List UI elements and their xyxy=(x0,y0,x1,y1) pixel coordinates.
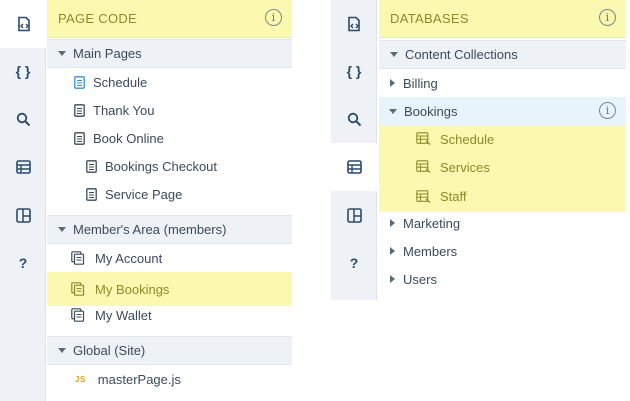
collection-bookings[interactable]: Bookings i xyxy=(379,97,626,125)
section-main-pages[interactable]: Main Pages xyxy=(47,39,292,68)
code-braces-icon: { } xyxy=(346,63,362,79)
js-file-icon: JS xyxy=(75,374,86,384)
page-label: Service Page xyxy=(105,186,183,202)
page-item-my-account[interactable]: My Account xyxy=(47,244,292,272)
rail-search-button[interactable] xyxy=(331,95,377,143)
section-global-site[interactable]: Global (Site) xyxy=(47,336,292,365)
page-label: Thank You xyxy=(93,102,155,118)
collection-item-label: Staff xyxy=(440,189,467,204)
database-icon xyxy=(347,160,362,174)
page-item-book-online[interactable]: Book Online xyxy=(47,124,292,152)
collection-table-icon xyxy=(416,189,432,204)
collection-table-icon xyxy=(416,160,432,174)
dynamic-page-icon xyxy=(71,307,87,323)
page-code-header: PAGE CODE i xyxy=(47,0,292,38)
page-code-icon xyxy=(16,16,32,32)
collection-item-schedule[interactable]: Schedule xyxy=(379,125,626,153)
collection-item-label: Schedule xyxy=(440,131,495,147)
page-item-service-page[interactable]: Service Page xyxy=(47,180,292,208)
page-icon xyxy=(74,103,85,117)
collection-table-icon xyxy=(416,132,432,146)
caret-right-icon xyxy=(390,79,395,87)
page-label: Bookings Checkout xyxy=(105,158,218,174)
section-content-collections[interactable]: Content Collections xyxy=(379,40,626,69)
rail-code-button[interactable]: { } xyxy=(0,47,46,95)
databases-panel: DATABASES i Content Collections Billing … xyxy=(379,0,626,300)
collection-users[interactable]: Users xyxy=(379,265,626,293)
databases-title: DATABASES xyxy=(390,11,469,26)
help-icon: ? xyxy=(349,255,359,271)
section-members-area[interactable]: Member's Area (members) xyxy=(47,215,292,244)
rail-dashboard-button[interactable] xyxy=(331,191,377,239)
collection-label: Users xyxy=(403,271,437,287)
info-icon[interactable]: i xyxy=(599,9,616,26)
collection-label: Marketing xyxy=(403,215,461,231)
search-icon xyxy=(347,112,362,127)
info-icon[interactable]: i xyxy=(265,9,282,26)
rail-page-code-button[interactable] xyxy=(0,0,47,48)
file-label: masterPage.js xyxy=(97,371,181,387)
help-icon: ? xyxy=(18,255,28,271)
caret-down-icon xyxy=(58,51,66,56)
rail-database-button[interactable] xyxy=(331,143,378,191)
info-icon[interactable]: i xyxy=(599,102,616,119)
dashboard-icon xyxy=(346,207,362,223)
page-icon xyxy=(86,159,97,173)
collection-members[interactable]: Members xyxy=(379,237,626,265)
dynamic-page-icon xyxy=(71,250,87,266)
databases-header: DATABASES i xyxy=(379,0,626,38)
section-label: Global (Site) xyxy=(73,343,146,358)
sidebar-rail: { } ? xyxy=(0,0,47,401)
caret-down-icon xyxy=(390,52,398,57)
page-icon xyxy=(74,131,85,145)
dashboard-icon xyxy=(15,207,31,223)
page-icon xyxy=(86,187,97,201)
collection-item-label: Services xyxy=(440,159,490,175)
file-item-masterpage[interactable]: JS masterPage.js xyxy=(47,365,292,393)
caret-down-icon xyxy=(58,227,66,232)
collection-billing[interactable]: Billing xyxy=(379,69,626,97)
dynamic-page-icon xyxy=(71,281,87,297)
caret-right-icon xyxy=(390,275,395,283)
page-code-title: PAGE CODE xyxy=(58,11,138,26)
section-label: Member's Area (members) xyxy=(73,222,227,237)
caret-down-icon xyxy=(58,348,66,353)
rail-dashboard-button[interactable] xyxy=(0,191,46,239)
rail-search-button[interactable] xyxy=(0,95,46,143)
rail-page-code-button[interactable] xyxy=(331,0,377,48)
caret-right-icon xyxy=(390,219,395,227)
rail-help-button[interactable]: ? xyxy=(331,239,377,287)
page-code-icon xyxy=(346,16,362,32)
rail-code-button[interactable]: { } xyxy=(331,47,377,95)
page-label: My Account xyxy=(95,250,163,266)
page-label: My Bookings xyxy=(95,281,170,297)
page-label: My Wallet xyxy=(95,307,152,323)
page-code-panel: PAGE CODE i Main Pages Schedule Thank Yo… xyxy=(47,0,292,401)
left-panel: { } ? PAGE CODE i Main Pages Schedule Th… xyxy=(0,0,292,401)
rail-help-button[interactable]: ? xyxy=(0,239,46,287)
page-label: Book Online xyxy=(93,130,164,146)
page-item-schedule[interactable]: Schedule xyxy=(47,68,292,96)
collection-item-services[interactable]: Services xyxy=(379,153,626,181)
page-item-my-wallet[interactable]: My Wallet xyxy=(47,301,292,329)
search-icon xyxy=(16,112,31,127)
page-item-thank-you[interactable]: Thank You xyxy=(47,96,292,124)
sidebar-rail: { } ? xyxy=(331,0,378,300)
caret-right-icon xyxy=(390,247,395,255)
page-item-bookings-checkout[interactable]: Bookings Checkout xyxy=(47,152,292,180)
caret-down-icon xyxy=(389,108,397,114)
collection-item-staff[interactable]: Staff xyxy=(379,181,626,212)
section-label: Content Collections xyxy=(405,47,518,62)
collection-label: Billing xyxy=(403,75,438,91)
page-label: Schedule xyxy=(93,74,148,90)
database-icon xyxy=(15,160,31,174)
page-icon xyxy=(74,75,85,89)
code-braces-icon: { } xyxy=(15,63,31,79)
rail-database-button[interactable] xyxy=(0,143,46,191)
collection-marketing[interactable]: Marketing xyxy=(379,209,626,237)
right-panel: { } ? DATABASES i Content Collections Bi… xyxy=(331,0,626,300)
collection-label: Bookings xyxy=(404,103,458,119)
section-label: Main Pages xyxy=(73,46,142,61)
collection-label: Members xyxy=(403,243,458,259)
